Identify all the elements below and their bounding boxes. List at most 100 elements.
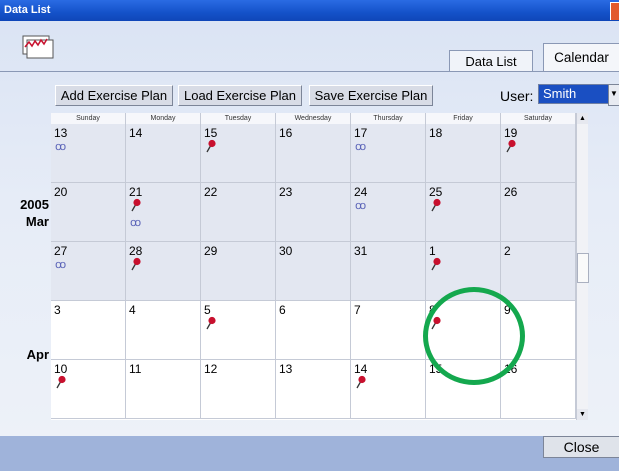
- day-cell[interactable]: 14: [351, 360, 426, 419]
- scroll-down-icon[interactable]: ▼: [577, 409, 588, 420]
- weekday-header-sunday: Sunday: [51, 113, 126, 124]
- pin-icon[interactable]: [205, 139, 217, 153]
- day-cell[interactable]: 25: [426, 183, 501, 242]
- title-bar: Data List: [0, 0, 619, 21]
- day-cell[interactable]: 16: [501, 360, 576, 419]
- day-cell[interactable]: 18: [426, 124, 501, 183]
- exercise-icon[interactable]: ꝏ: [355, 199, 366, 212]
- day-number: 11: [129, 362, 142, 376]
- day-cell[interactable]: 7: [351, 301, 426, 360]
- exercise-icon[interactable]: ꝏ: [130, 216, 141, 229]
- day-number: 30: [279, 244, 293, 258]
- day-cell[interactable]: 2: [501, 242, 576, 301]
- exercise-icon[interactable]: ꝏ: [55, 140, 66, 153]
- pin-icon[interactable]: [55, 375, 67, 389]
- window-close-button[interactable]: [610, 2, 619, 20]
- day-number: 13: [279, 362, 293, 376]
- tab-divider: [0, 71, 619, 72]
- weekday-header-friday: Friday: [426, 113, 501, 124]
- pin-icon[interactable]: [430, 198, 442, 212]
- weekday-header-saturday: Saturday: [501, 113, 576, 124]
- user-label: User:: [500, 88, 534, 104]
- day-number: 16: [279, 126, 293, 140]
- day-cell[interactable]: 10: [51, 360, 126, 419]
- day-number: 14: [129, 126, 143, 140]
- day-cell[interactable]: 13: [276, 360, 351, 419]
- day-number: 24: [354, 185, 368, 199]
- close-button[interactable]: Close: [543, 436, 619, 458]
- save-exercise-plan-button[interactable]: Save Exercise Plan: [309, 85, 433, 106]
- month-label-mar: Mar: [25, 214, 49, 229]
- exercise-icon[interactable]: ꝏ: [55, 258, 66, 271]
- day-number: 10: [54, 362, 68, 376]
- day-cell[interactable]: 31: [351, 242, 426, 301]
- add-exercise-plan-button[interactable]: Add Exercise Plan: [55, 85, 173, 106]
- day-number: 27: [54, 244, 68, 258]
- chart-icon[interactable]: [22, 33, 54, 61]
- day-cell[interactable]: 29: [201, 242, 276, 301]
- day-cell[interactable]: 22: [201, 183, 276, 242]
- weekday-header-tuesday: Tuesday: [201, 113, 276, 124]
- day-number: 3: [54, 303, 61, 317]
- day-cell[interactable]: 13 ꝏ: [51, 124, 126, 183]
- month-label-apr: Apr: [26, 347, 49, 362]
- day-number: 29: [204, 244, 218, 258]
- window-title: Data List: [4, 4, 51, 16]
- weekday-header-thursday: Thursday: [351, 113, 426, 124]
- pin-icon[interactable]: [430, 257, 442, 271]
- day-number: 4: [129, 303, 136, 317]
- pin-icon[interactable]: [505, 139, 517, 153]
- day-cell[interactable]: 24 ꝏ: [351, 183, 426, 242]
- year-label: 2005: [20, 197, 49, 212]
- status-bar: [0, 436, 619, 471]
- day-number: 13: [54, 126, 68, 140]
- day-number: 31: [354, 244, 368, 258]
- day-cell[interactable]: 12: [201, 360, 276, 419]
- scroll-thumb[interactable]: [577, 253, 589, 283]
- day-number: 19: [504, 126, 518, 140]
- day-number: 12: [204, 362, 218, 376]
- day-cell[interactable]: 14: [126, 124, 201, 183]
- day-number: 22: [204, 185, 218, 199]
- day-number: 6: [279, 303, 286, 317]
- day-number: 23: [279, 185, 293, 199]
- day-number: 28: [129, 244, 143, 258]
- pin-icon[interactable]: [355, 375, 367, 389]
- user-select-value: Smith: [543, 86, 577, 101]
- chevron-down-icon[interactable]: ▼: [608, 84, 619, 106]
- day-cell[interactable]: 6: [276, 301, 351, 360]
- day-cell[interactable]: 21 ꝏ: [126, 183, 201, 242]
- pin-icon[interactable]: [205, 316, 217, 330]
- day-number: 1: [429, 244, 436, 258]
- day-number: 26: [504, 185, 518, 199]
- day-number: 2: [504, 244, 511, 258]
- pin-icon[interactable]: [130, 198, 142, 212]
- day-cell[interactable]: 4: [126, 301, 201, 360]
- day-cell[interactable]: 27 ꝏ: [51, 242, 126, 301]
- day-cell[interactable]: 3: [51, 301, 126, 360]
- tab-calendar[interactable]: Calendar: [543, 43, 619, 72]
- day-number: 21: [129, 185, 143, 199]
- day-cell[interactable]: 30: [276, 242, 351, 301]
- day-cell[interactable]: 20: [51, 183, 126, 242]
- scroll-up-icon[interactable]: ▲: [577, 113, 588, 124]
- day-cell[interactable]: 11: [126, 360, 201, 419]
- day-cell[interactable]: 5: [201, 301, 276, 360]
- day-cell[interactable]: 15: [201, 124, 276, 183]
- vertical-scrollbar[interactable]: ▲ ▼: [576, 113, 589, 420]
- day-cell[interactable]: 28: [126, 242, 201, 301]
- exercise-icon[interactable]: ꝏ: [355, 140, 366, 153]
- day-cell[interactable]: 23: [276, 183, 351, 242]
- day-cell[interactable]: 16: [276, 124, 351, 183]
- pin-icon[interactable]: [130, 257, 142, 271]
- highlight-circle: [423, 287, 525, 385]
- load-exercise-plan-button[interactable]: Load Exercise Plan: [178, 85, 302, 106]
- user-select[interactable]: Smith: [538, 84, 610, 104]
- day-number: 14: [354, 362, 368, 376]
- day-cell[interactable]: 26: [501, 183, 576, 242]
- day-number: 18: [429, 126, 443, 140]
- weekday-header-monday: Monday: [126, 113, 201, 124]
- day-cell[interactable]: 17 ꝏ: [351, 124, 426, 183]
- day-cell[interactable]: 19: [501, 124, 576, 183]
- tab-data-list[interactable]: Data List: [449, 50, 533, 72]
